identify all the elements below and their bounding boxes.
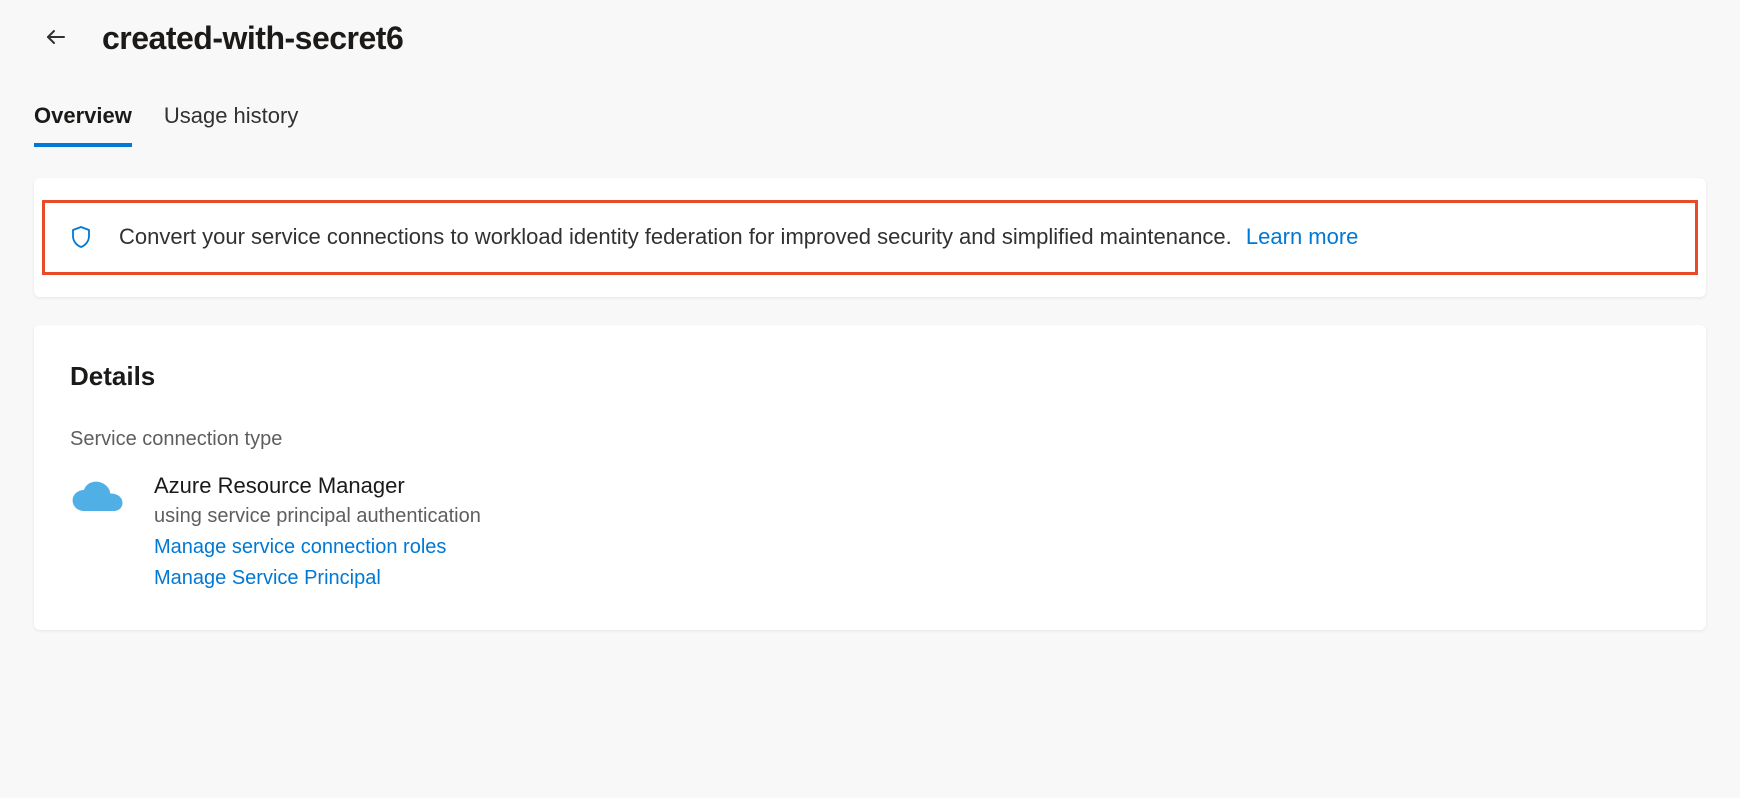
manage-principal-link[interactable]: Manage Service Principal <box>154 567 481 590</box>
details-heading: Details <box>70 361 1670 392</box>
shield-icon <box>69 225 93 249</box>
back-arrow-icon <box>44 25 68 52</box>
tab-usage-history[interactable]: Usage history <box>164 103 299 147</box>
page-title: created-with-secret6 <box>102 20 403 57</box>
details-card: Details Service connection type Azure Re… <box>34 325 1706 630</box>
tab-label: Usage history <box>164 103 299 128</box>
learn-more-link[interactable]: Learn more <box>1246 224 1359 249</box>
connection-row: Azure Resource Manager using service pri… <box>70 473 1670 590</box>
manage-roles-link[interactable]: Manage service connection roles <box>154 536 481 559</box>
service-connection-type-label: Service connection type <box>70 428 1670 451</box>
tab-overview[interactable]: Overview <box>34 103 132 147</box>
tab-label: Overview <box>34 103 132 128</box>
connection-info: Azure Resource Manager using service pri… <box>154 473 481 590</box>
banner-text-container: Convert your service connections to work… <box>119 223 1677 252</box>
info-banner: Convert your service connections to work… <box>42 200 1698 275</box>
connection-subtext: using service principal authentication <box>154 505 481 528</box>
cloud-icon <box>70 477 126 517</box>
banner-message: Convert your service connections to work… <box>119 224 1232 249</box>
back-button[interactable] <box>40 23 72 55</box>
info-banner-card: Convert your service connections to work… <box>34 178 1706 297</box>
page-header: created-with-secret6 <box>0 0 1740 67</box>
tabs-bar: Overview Usage history <box>0 67 1740 147</box>
connection-name: Azure Resource Manager <box>154 473 481 499</box>
